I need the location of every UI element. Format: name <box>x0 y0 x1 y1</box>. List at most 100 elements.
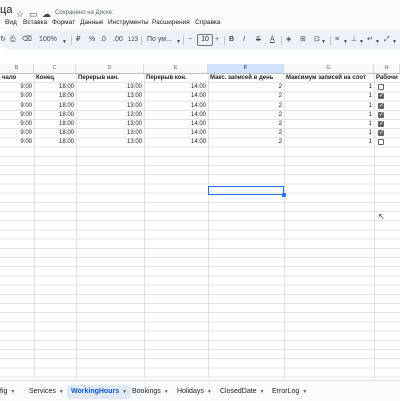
sheet-tab-config[interactable]: fig ▼ <box>0 385 15 399</box>
cell-start[interactable]: 9:00 <box>0 138 34 147</box>
vertical-align-icon[interactable]: ⊥ <box>351 35 357 45</box>
working-checkbox[interactable] <box>378 92 384 100</box>
cell-max-slot[interactable]: 1 <box>284 92 374 101</box>
cell-max-day[interactable]: 2 <box>208 120 284 129</box>
header-cell[interactable]: Максимум записей на слот <box>284 74 374 83</box>
text-wrap-icon[interactable]: ↵ <box>367 35 373 45</box>
column-header-e[interactable]: E <box>144 64 208 73</box>
cell-break-start[interactable]: 13:00 <box>76 120 144 129</box>
sheet-tab-workinghours[interactable]: WorkingHours ▼ <box>67 385 132 399</box>
cell-break-end[interactable]: 14:00 <box>144 129 208 138</box>
cell-start[interactable]: 9:00 <box>0 111 34 120</box>
column-header-g[interactable]: G <box>284 64 374 73</box>
cell-end[interactable]: 18:00 <box>34 92 76 101</box>
bold-button[interactable]: B <box>229 35 234 45</box>
cell-start[interactable]: 9:00 <box>0 92 34 101</box>
menu-extensions[interactable]: Расширения <box>152 19 190 26</box>
header-cell[interactable]: Перерыв нач. <box>76 74 144 83</box>
header-cell[interactable]: Рабочи <box>374 74 400 83</box>
cell-end[interactable]: 18:00 <box>34 129 76 138</box>
sheet-tab-errorlog[interactable]: ErrorLog ▼ <box>272 385 307 399</box>
cell-start[interactable]: 9:00 <box>0 83 34 92</box>
document-title[interactable]: ца <box>0 4 12 16</box>
sheet-tab-bookings[interactable]: Bookings ▼ <box>132 385 169 399</box>
cell-break-start[interactable]: 13:00 <box>76 102 144 111</box>
cell-break-end[interactable]: 14:00 <box>144 138 208 147</box>
font-size-decrease-button[interactable]: − <box>188 35 192 45</box>
italic-button[interactable]: I <box>243 35 245 45</box>
cell-start[interactable]: 9:00 <box>0 129 34 138</box>
working-checkbox[interactable] <box>378 139 384 146</box>
sheet-tab-holidays[interactable]: Holidays ▼ <box>177 385 212 399</box>
font-size-input[interactable]: 10 <box>197 34 213 46</box>
header-cell[interactable]: Макс. записей в день <box>208 74 284 83</box>
column-header-h[interactable]: H <box>374 64 400 73</box>
cell-max-slot[interactable]: 1 <box>284 129 374 138</box>
zoom-select[interactable]: 100% <box>39 35 57 45</box>
decrease-decimals-button[interactable]: .0 <box>100 35 106 45</box>
cell-max-day[interactable]: 2 <box>208 138 284 147</box>
cell-max-slot[interactable]: 1 <box>284 138 374 147</box>
column-header-d[interactable]: D <box>76 64 144 73</box>
menu-view[interactable]: Вид <box>5 19 17 26</box>
merge-cells-icon[interactable]: ⊡ <box>314 35 320 45</box>
cell-break-end[interactable]: 14:00 <box>144 120 208 129</box>
cell-break-end[interactable]: 14:00 <box>144 83 208 92</box>
cell-max-slot[interactable]: 1 <box>284 83 374 92</box>
cell-max-day[interactable]: 2 <box>208 102 284 111</box>
cell-max-slot[interactable]: 1 <box>284 120 374 129</box>
borders-icon[interactable]: ⊞ <box>300 35 306 45</box>
working-checkbox[interactable] <box>378 120 384 127</box>
header-cell[interactable]: Конец <box>34 74 76 83</box>
cell-end[interactable]: 18:00 <box>34 138 76 147</box>
cell-break-start[interactable]: 13:00 <box>76 83 144 92</box>
cell-start[interactable]: 9:00 <box>0 120 34 129</box>
cell-max-slot[interactable]: 1 <box>284 111 374 120</box>
cell-max-day[interactable]: 2 <box>208 111 284 120</box>
cell-break-start[interactable]: 13:00 <box>76 92 144 101</box>
column-header-c[interactable]: C <box>34 64 76 73</box>
selected-cell[interactable] <box>208 186 284 195</box>
redo-icon[interactable]: ↻ <box>0 35 6 45</box>
menu-tools[interactable]: Инструменты <box>108 19 149 26</box>
cell-end[interactable]: 18:00 <box>34 111 76 120</box>
cell-break-end[interactable]: 14:00 <box>144 111 208 120</box>
cell-break-end[interactable]: 14:00 <box>144 102 208 111</box>
cell-max-day[interactable]: 2 <box>208 83 284 92</box>
menu-format[interactable]: Формат <box>52 19 75 26</box>
cell-max-day[interactable]: 2 <box>208 92 284 101</box>
cell-max-day[interactable]: 2 <box>208 129 284 138</box>
cell-max-slot[interactable]: 1 <box>284 102 374 111</box>
fill-handle[interactable] <box>282 193 286 197</box>
column-header-b[interactable]: B <box>0 64 34 73</box>
font-select[interactable]: По ум... <box>147 35 172 45</box>
text-rotation-icon[interactable]: ⤢ <box>384 35 390 45</box>
cell-end[interactable]: 18:00 <box>34 120 76 129</box>
strikethrough-button[interactable]: S <box>256 35 261 45</box>
fill-color-icon[interactable]: ◈ <box>286 35 291 45</box>
menu-data[interactable]: Данные <box>80 19 103 26</box>
paint-format-icon[interactable]: ⌫ <box>22 35 32 45</box>
sheet-tab-services[interactable]: Services ▼ <box>29 385 64 399</box>
working-checkbox[interactable] <box>378 111 384 118</box>
working-checkbox[interactable] <box>378 84 384 91</box>
header-cell[interactable]: чало <box>0 74 34 83</box>
text-color-button[interactable]: A <box>270 35 275 45</box>
cell-break-start[interactable]: 13:00 <box>76 138 144 147</box>
header-cell[interactable]: Перерыв кон. <box>144 74 208 83</box>
cell-end[interactable]: 18:00 <box>34 102 76 111</box>
cell-end[interactable]: 18:00 <box>34 83 76 92</box>
font-size-increase-button[interactable]: + <box>215 35 219 45</box>
increase-decimals-button[interactable]: .00 <box>113 35 123 45</box>
number-format-button[interactable]: 123 <box>128 35 138 45</box>
sheet-tab-closeddate[interactable]: ClosedDate ▼ <box>220 385 265 399</box>
menu-insert[interactable]: Вставка <box>23 19 47 26</box>
cell-break-start[interactable]: 13:00 <box>76 129 144 138</box>
working-checkbox[interactable] <box>378 102 384 109</box>
menu-help[interactable]: Справка <box>195 19 221 26</box>
print-icon[interactable]: ⎙ <box>10 35 16 45</box>
percent-button[interactable]: % <box>89 35 95 45</box>
working-checkbox[interactable] <box>378 129 384 137</box>
cell-break-end[interactable]: 14:00 <box>144 92 208 101</box>
horizontal-align-icon[interactable]: ≡ <box>335 35 339 45</box>
